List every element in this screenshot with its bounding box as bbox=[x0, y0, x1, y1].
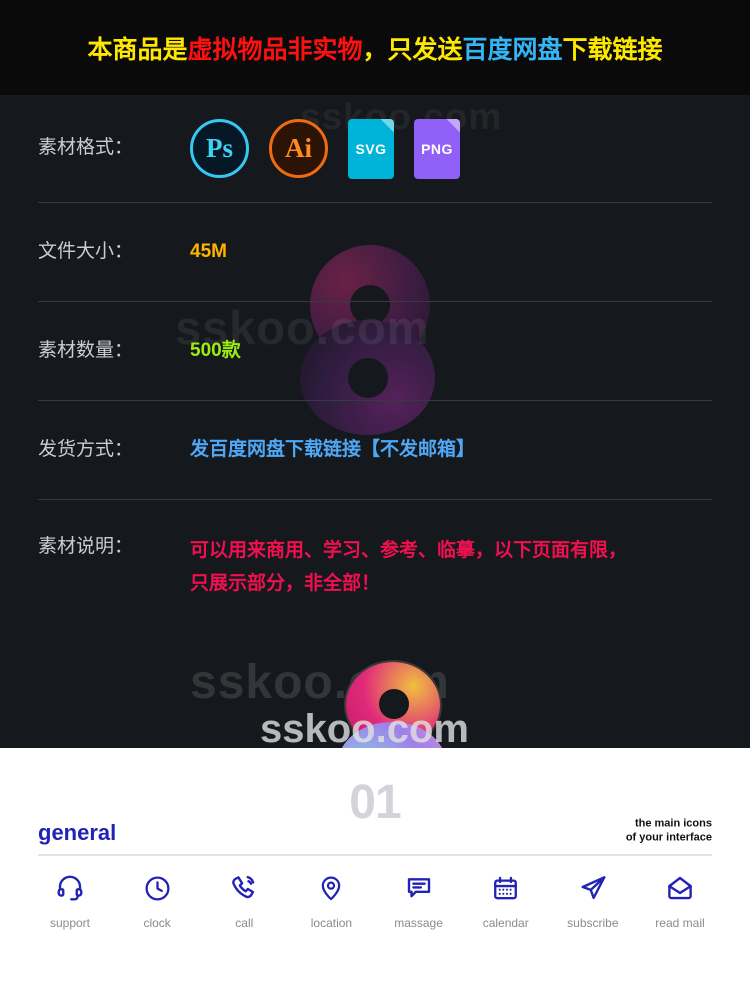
svg-file-fold bbox=[380, 118, 394, 133]
row-format-label: 素材格式： bbox=[38, 137, 134, 159]
row-filesize-value: 45M bbox=[190, 240, 227, 262]
icon-cell-clock: clock bbox=[117, 868, 197, 930]
read-mail-envelope-icon bbox=[665, 868, 695, 908]
photoshop-icon-text: Ps bbox=[206, 133, 233, 163]
icon-label-location: location bbox=[310, 916, 353, 930]
row-description-label: 素材说明： bbox=[38, 536, 134, 557]
row-quantity-label: 素材数量： bbox=[38, 339, 134, 361]
png-file-icon-text: PNG bbox=[421, 140, 453, 157]
location-pin-icon bbox=[317, 868, 345, 908]
clock-icon bbox=[143, 868, 172, 908]
support-headset-icon bbox=[55, 868, 85, 908]
row-quantity: 素材数量： 500款 bbox=[0, 302, 750, 400]
icon-cell-read-mail: read mail bbox=[640, 868, 720, 930]
preview-subtitle-line2: of your interface bbox=[625, 831, 712, 844]
info-rows: 素材格式： Ps Ai SVG PNG 文件大小： 45M 素材数量： 500款… bbox=[0, 95, 750, 601]
preview-icon-grid: support clock call location massage cale… bbox=[0, 858, 750, 930]
png-file-icon: PNG bbox=[414, 118, 460, 179]
icon-label-calendar: calendar bbox=[482, 916, 529, 930]
illustrator-icon: Ai bbox=[269, 119, 328, 178]
watermark-bottom: sskoo.com bbox=[260, 707, 469, 748]
banner-segment-3: ，只发送 bbox=[362, 35, 463, 64]
row-delivery-label: 发货方式： bbox=[38, 438, 134, 460]
icon-label-subscribe: subscribe bbox=[567, 916, 619, 930]
row-delivery-value: 发百度网盘下载链接【不发邮箱】 bbox=[190, 438, 476, 460]
format-icon-list: Ps Ai SVG PNG bbox=[190, 118, 460, 179]
icon-label-support: support bbox=[49, 916, 91, 930]
icon-cell-support: support bbox=[30, 868, 110, 930]
row-quantity-value: 500款 bbox=[190, 339, 241, 361]
notice-banner: 本商品是虚拟物品非实物，只发送百度网盘下载链接 bbox=[0, 0, 750, 95]
preview-section: general 01 the main icons of your interf… bbox=[0, 748, 750, 1000]
icon-cell-calendar: calendar bbox=[466, 868, 546, 930]
call-phone-icon bbox=[229, 868, 259, 908]
icon-label-clock: clock bbox=[143, 916, 171, 930]
banner-segment-5: 下载链接 bbox=[562, 35, 663, 64]
banner-segment-2: 虚拟物品非实物 bbox=[187, 35, 363, 64]
preview-header: general 01 the main icons of your interf… bbox=[38, 748, 712, 858]
preview-subtitle: the main icons of your interface bbox=[626, 818, 712, 846]
massage-chat-icon bbox=[404, 868, 434, 908]
preview-subtitle-line1: the main icons bbox=[634, 817, 712, 830]
png-file-fold bbox=[446, 118, 460, 133]
row-delivery: 发货方式： 发百度网盘下载链接【不发邮箱】 bbox=[0, 401, 750, 499]
icon-cell-massage: massage bbox=[379, 868, 459, 930]
svg-file-icon-text: SVG bbox=[355, 140, 387, 157]
icon-cell-location: location bbox=[291, 868, 371, 930]
product-info-page: 本商品是虚拟物品非实物，只发送百度网盘下载链接 sskoo.com sskoo.… bbox=[0, 0, 750, 1000]
preview-header-rule bbox=[38, 854, 712, 856]
banner-segment-1: 本商品是 bbox=[87, 35, 188, 64]
svg-file-icon: SVG bbox=[348, 118, 394, 179]
banner-segment-4: 百度网盘 bbox=[462, 35, 563, 64]
illustrator-icon-text: Ai bbox=[285, 133, 312, 163]
preview-title: general bbox=[38, 820, 117, 845]
watermark-logo-lower bbox=[338, 660, 448, 748]
icon-cell-subscribe: subscribe bbox=[553, 868, 633, 930]
preview-number: 01 bbox=[349, 776, 401, 829]
watermark-lower: sskoo.com bbox=[190, 656, 450, 709]
icon-cell-call: call bbox=[204, 868, 284, 930]
row-description-value: 可以用来商用、学习、参考、临摹，以下页面有限，只展示部分，非全部！ bbox=[190, 540, 628, 595]
icon-label-massage: massage bbox=[394, 916, 443, 930]
notice-banner-text: 本商品是虚拟物品非实物，只发送百度网盘下载链接 bbox=[87, 30, 662, 66]
row-format: 素材格式： Ps Ai SVG PNG bbox=[0, 95, 750, 202]
row-filesize: 文件大小： 45M bbox=[0, 203, 750, 301]
icon-label-call: call bbox=[235, 916, 254, 930]
row-filesize-label: 文件大小： bbox=[38, 240, 134, 262]
row-description: 素材说明： 可以用来商用、学习、参考、临摹，以下页面有限，只展示部分，非全部！ bbox=[0, 500, 750, 601]
subscribe-paper-plane-icon bbox=[578, 868, 608, 908]
dark-info-section: 本商品是虚拟物品非实物，只发送百度网盘下载链接 sskoo.com sskoo.… bbox=[0, 0, 750, 748]
icon-label-read-mail: read mail bbox=[655, 916, 705, 930]
photoshop-icon: Ps bbox=[190, 119, 249, 178]
calendar-icon bbox=[491, 868, 520, 908]
